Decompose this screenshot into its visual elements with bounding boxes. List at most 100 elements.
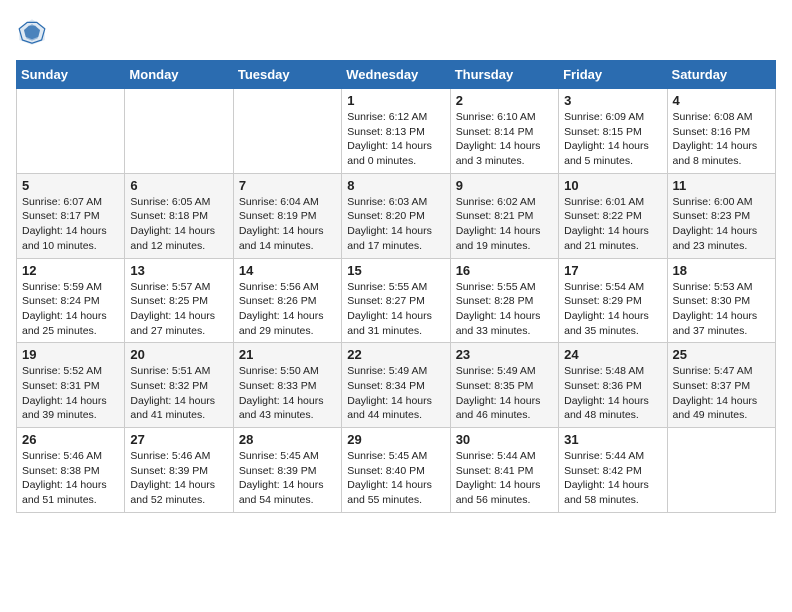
day-info: Sunrise: 6:00 AM Sunset: 8:23 PM Dayligh… [673,195,770,254]
calendar-cell: 13 Sunrise: 5:57 AM Sunset: 8:25 PM Dayli… [125,258,233,343]
day-of-week-header: Thursday [450,61,558,89]
logo [16,16,52,48]
calendar-cell: 7 Sunrise: 6:04 AM Sunset: 8:19 PM Daylig… [233,173,341,258]
day-number: 3 [564,93,661,108]
day-number: 24 [564,347,661,362]
calendar-cell: 18 Sunrise: 5:53 AM Sunset: 8:30 PM Dayli… [667,258,775,343]
day-number: 31 [564,432,661,447]
day-info: Sunrise: 5:47 AM Sunset: 8:37 PM Dayligh… [673,364,770,423]
calendar-cell [233,89,341,174]
day-number: 27 [130,432,227,447]
day-number: 7 [239,178,336,193]
calendar-cell [125,89,233,174]
day-info: Sunrise: 6:03 AM Sunset: 8:20 PM Dayligh… [347,195,444,254]
day-number: 19 [22,347,119,362]
calendar-cell: 4 Sunrise: 6:08 AM Sunset: 8:16 PM Daylig… [667,89,775,174]
calendar-cell: 16 Sunrise: 5:55 AM Sunset: 8:28 PM Dayli… [450,258,558,343]
day-number: 8 [347,178,444,193]
day-number: 15 [347,263,444,278]
calendar-cell: 31 Sunrise: 5:44 AM Sunset: 8:42 PM Dayli… [559,428,667,513]
day-number: 4 [673,93,770,108]
calendar-cell: 20 Sunrise: 5:51 AM Sunset: 8:32 PM Dayli… [125,343,233,428]
day-info: Sunrise: 5:44 AM Sunset: 8:41 PM Dayligh… [456,449,553,508]
calendar-cell: 26Sunrise: 5:46 AM Sunset: 8:38 PM Dayli… [17,428,125,513]
calendar-cell: 10 Sunrise: 6:01 AM Sunset: 8:22 PM Dayli… [559,173,667,258]
day-info: Sunrise: 5:52 AM Sunset: 8:31 PM Dayligh… [22,364,119,423]
day-info: Sunrise: 5:50 AM Sunset: 8:33 PM Dayligh… [239,364,336,423]
day-number: 14 [239,263,336,278]
day-info: Sunrise: 5:55 AM Sunset: 8:28 PM Dayligh… [456,280,553,339]
day-info: Sunrise: 5:48 AM Sunset: 8:36 PM Dayligh… [564,364,661,423]
calendar-cell: 28 Sunrise: 5:45 AM Sunset: 8:39 PM Dayli… [233,428,341,513]
calendar-cell: 21Sunrise: 5:50 AM Sunset: 8:33 PM Dayli… [233,343,341,428]
calendar-cell [667,428,775,513]
calendar-cell: 1 Sunrise: 6:12 AM Sunset: 8:13 PM Daylig… [342,89,450,174]
day-info: Sunrise: 6:04 AM Sunset: 8:19 PM Dayligh… [239,195,336,254]
day-of-week-header: Wednesday [342,61,450,89]
day-info: Sunrise: 5:45 AM Sunset: 8:39 PM Dayligh… [239,449,336,508]
calendar-cell: 2 Sunrise: 6:10 AM Sunset: 8:14 PM Daylig… [450,89,558,174]
calendar-cell: 30 Sunrise: 5:44 AM Sunset: 8:41 PM Dayli… [450,428,558,513]
day-info: Sunrise: 6:10 AM Sunset: 8:14 PM Dayligh… [456,110,553,169]
day-info: Sunrise: 6:01 AM Sunset: 8:22 PM Dayligh… [564,195,661,254]
calendar-cell: 19 Sunrise: 5:52 AM Sunset: 8:31 PM Dayli… [17,343,125,428]
day-info: Sunrise: 5:51 AM Sunset: 8:32 PM Dayligh… [130,364,227,423]
day-of-week-header: Tuesday [233,61,341,89]
calendar-cell: 5Sunrise: 6:07 AM Sunset: 8:17 PM Daylig… [17,173,125,258]
day-info: Sunrise: 5:46 AM Sunset: 8:38 PM Dayligh… [22,449,119,508]
day-number: 23 [456,347,553,362]
day-number: 18 [673,263,770,278]
day-number: 11 [673,178,770,193]
day-number: 20 [130,347,227,362]
calendar-header-row: SundayMondayTuesdayWednesdayThursdayFrid… [17,61,776,89]
day-number: 17 [564,263,661,278]
day-info: Sunrise: 5:54 AM Sunset: 8:29 PM Dayligh… [564,280,661,339]
calendar-week-row: 19 Sunrise: 5:52 AM Sunset: 8:31 PM Dayli… [17,343,776,428]
calendar-cell: 9Sunrise: 6:02 AM Sunset: 8:21 PM Daylig… [450,173,558,258]
calendar-week-row: 26Sunrise: 5:46 AM Sunset: 8:38 PM Dayli… [17,428,776,513]
day-number: 29 [347,432,444,447]
calendar-cell: 12Sunrise: 5:59 AM Sunset: 8:24 PM Dayli… [17,258,125,343]
day-info: Sunrise: 5:45 AM Sunset: 8:40 PM Dayligh… [347,449,444,508]
day-number: 28 [239,432,336,447]
calendar-cell: 24 Sunrise: 5:48 AM Sunset: 8:36 PM Dayli… [559,343,667,428]
day-number: 10 [564,178,661,193]
day-info: Sunrise: 5:49 AM Sunset: 8:34 PM Dayligh… [347,364,444,423]
day-of-week-header: Sunday [17,61,125,89]
day-info: Sunrise: 6:07 AM Sunset: 8:17 PM Dayligh… [22,195,119,254]
day-number: 1 [347,93,444,108]
day-info: Sunrise: 6:05 AM Sunset: 8:18 PM Dayligh… [130,195,227,254]
day-info: Sunrise: 6:12 AM Sunset: 8:13 PM Dayligh… [347,110,444,169]
day-number: 22 [347,347,444,362]
day-number: 9 [456,178,553,193]
calendar-week-row: 1 Sunrise: 6:12 AM Sunset: 8:13 PM Daylig… [17,89,776,174]
day-number: 16 [456,263,553,278]
calendar-week-row: 5Sunrise: 6:07 AM Sunset: 8:17 PM Daylig… [17,173,776,258]
logo-icon [16,16,48,48]
calendar-cell: 6Sunrise: 6:05 AM Sunset: 8:18 PM Daylig… [125,173,233,258]
calendar-table: SundayMondayTuesdayWednesdayThursdayFrid… [16,60,776,513]
day-of-week-header: Friday [559,61,667,89]
calendar-cell: 3 Sunrise: 6:09 AM Sunset: 8:15 PM Daylig… [559,89,667,174]
day-info: Sunrise: 5:56 AM Sunset: 8:26 PM Dayligh… [239,280,336,339]
day-info: Sunrise: 6:09 AM Sunset: 8:15 PM Dayligh… [564,110,661,169]
calendar-cell: 14 Sunrise: 5:56 AM Sunset: 8:26 PM Dayli… [233,258,341,343]
day-info: Sunrise: 5:53 AM Sunset: 8:30 PM Dayligh… [673,280,770,339]
day-info: Sunrise: 5:44 AM Sunset: 8:42 PM Dayligh… [564,449,661,508]
day-number: 30 [456,432,553,447]
day-number: 13 [130,263,227,278]
day-info: Sunrise: 5:49 AM Sunset: 8:35 PM Dayligh… [456,364,553,423]
day-number: 2 [456,93,553,108]
day-info: Sunrise: 6:08 AM Sunset: 8:16 PM Dayligh… [673,110,770,169]
calendar-cell: 22 Sunrise: 5:49 AM Sunset: 8:34 PM Dayli… [342,343,450,428]
day-info: Sunrise: 5:57 AM Sunset: 8:25 PM Dayligh… [130,280,227,339]
calendar-cell: 27 Sunrise: 5:46 AM Sunset: 8:39 PM Dayli… [125,428,233,513]
day-number: 25 [673,347,770,362]
day-info: Sunrise: 5:59 AM Sunset: 8:24 PM Dayligh… [22,280,119,339]
calendar-cell: 23 Sunrise: 5:49 AM Sunset: 8:35 PM Dayli… [450,343,558,428]
day-info: Sunrise: 5:46 AM Sunset: 8:39 PM Dayligh… [130,449,227,508]
calendar-cell: 11 Sunrise: 6:00 AM Sunset: 8:23 PM Dayli… [667,173,775,258]
calendar-cell: 29 Sunrise: 5:45 AM Sunset: 8:40 PM Dayli… [342,428,450,513]
day-info: Sunrise: 5:55 AM Sunset: 8:27 PM Dayligh… [347,280,444,339]
calendar-cell: 15 Sunrise: 5:55 AM Sunset: 8:27 PM Dayli… [342,258,450,343]
